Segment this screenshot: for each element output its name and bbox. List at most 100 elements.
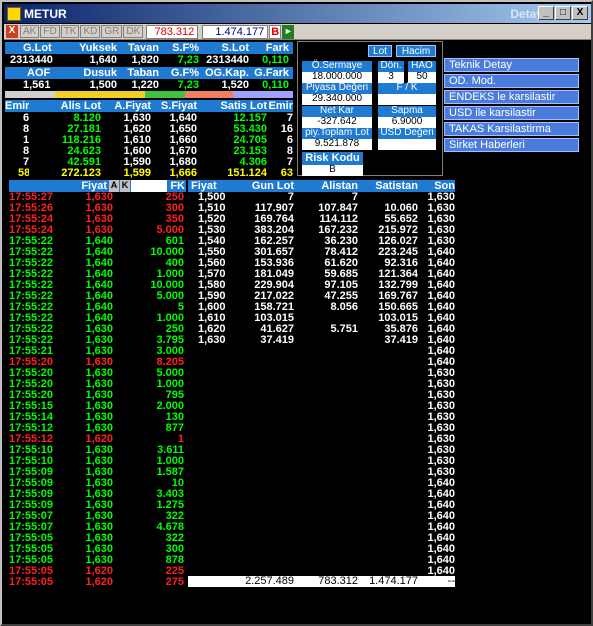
depth-row[interactable]: 7 42.591 1,590 1,680 4.306 7 bbox=[5, 157, 293, 168]
trade-price: 1,630 bbox=[85, 214, 113, 225]
trade-row: 17:55:20 1,630 795 bbox=[9, 390, 186, 401]
stats1-values: 2313440 1,640 1,820 7,23 2313440 0,110 bbox=[5, 54, 293, 66]
depth-cell: 12.157 bbox=[233, 113, 267, 124]
trade-qty: 10.000 bbox=[150, 247, 184, 258]
fiyat-totals: 2.257.489 783.312 1.474.177 -- bbox=[188, 576, 455, 587]
trade-qty: 3.403 bbox=[156, 489, 184, 500]
trade-qty: 1.000 bbox=[156, 379, 184, 390]
trade-qty: 10 bbox=[171, 478, 184, 489]
trade-row: 17:55:22 1,640 601 bbox=[9, 236, 186, 247]
menu-item[interactable]: ENDEKS le karsilastir bbox=[444, 90, 579, 104]
trade-time: 17:55:27 bbox=[9, 192, 54, 203]
trades-k-button[interactable]: K bbox=[120, 180, 130, 192]
tb-gr-button[interactable]: GR bbox=[101, 25, 123, 38]
trade-price: 1,630 bbox=[85, 533, 113, 544]
menu-item[interactable]: USD ile karsilastir bbox=[444, 106, 579, 120]
trade-qty: 322 bbox=[165, 511, 184, 522]
menu-item[interactable]: Sirket Haberleri bbox=[444, 138, 579, 152]
trade-qty: 878 bbox=[165, 555, 184, 566]
menu-item[interactable]: TAKAS Karsilastirma bbox=[444, 122, 579, 136]
trade-time: 17:55:26 bbox=[9, 203, 54, 214]
stats1-v-glot: 2313440 bbox=[10, 54, 53, 66]
tb-fd-button[interactable]: FD bbox=[40, 25, 60, 38]
trade-time: 17:55:24 bbox=[9, 214, 54, 225]
sell-volume-field[interactable]: 1.474.177 bbox=[202, 24, 269, 39]
trade-time: 17:55:22 bbox=[9, 335, 54, 346]
depth-total-cell: 58 bbox=[18, 168, 29, 179]
trade-row: 17:55:05 1,620 225 bbox=[9, 566, 186, 577]
trade-price: 1,630 bbox=[85, 489, 113, 500]
tb-kd-button[interactable]: KD bbox=[80, 25, 101, 38]
trade-qty: 300 bbox=[165, 203, 184, 214]
trade-row: 17:55:21 1,630 3.000 bbox=[9, 346, 186, 357]
close-button[interactable]: X bbox=[572, 6, 588, 20]
trade-qty: 400 bbox=[165, 258, 184, 269]
trade-price: 1,630 bbox=[85, 423, 113, 434]
trade-time: 17:55:09 bbox=[9, 489, 54, 500]
usd-label: USD Değeri bbox=[378, 128, 436, 139]
trade-row: 17:55:22 1,640 10.000 bbox=[9, 280, 186, 291]
b-button[interactable]: B bbox=[269, 24, 282, 39]
tb-tk-button[interactable]: TK bbox=[60, 25, 80, 38]
trade-price: 1,630 bbox=[85, 522, 113, 533]
title-bar[interactable]: METUR Detay _ □ X bbox=[4, 4, 591, 23]
metur-window: METUR Detay _ □ X X AK FD TK KD GR DK 78… bbox=[0, 0, 593, 626]
minimize-button[interactable]: _ bbox=[538, 6, 554, 20]
menu-item[interactable]: OD. Mod. bbox=[444, 74, 579, 88]
stats2-h-dusuk: Dusuk bbox=[83, 67, 117, 79]
stats1-h-slot: S.Lot bbox=[221, 42, 250, 54]
hacim-button[interactable]: Hacim bbox=[396, 45, 436, 57]
depth-total-cell: 151.124 bbox=[227, 168, 267, 179]
depth-cell: 1,600 bbox=[123, 146, 151, 157]
stats1-v-yuksek: 1,640 bbox=[89, 54, 117, 66]
trade-qty: 1.587 bbox=[156, 467, 184, 478]
lot-button[interactable]: Lot bbox=[368, 45, 392, 57]
depth-h-alislot: Alis Lot bbox=[60, 100, 101, 112]
trade-qty: 2.000 bbox=[156, 401, 184, 412]
trade-row: 17:55:24 1,630 5.000 bbox=[9, 225, 186, 236]
depth-cell: 24.623 bbox=[67, 146, 101, 157]
trades-filter-input[interactable] bbox=[131, 180, 167, 192]
fiyat-cell: 5.751 bbox=[330, 323, 358, 335]
trade-time: 17:55:22 bbox=[9, 236, 54, 247]
depth-cell: 1,610 bbox=[123, 135, 151, 146]
tb-ak-button[interactable]: AK bbox=[20, 25, 40, 38]
trade-time: 17:55:05 bbox=[9, 566, 54, 577]
trade-time: 17:55:07 bbox=[9, 522, 54, 533]
trade-row: 17:55:15 1,630 2.000 bbox=[9, 401, 186, 412]
trade-price: 1,630 bbox=[85, 346, 113, 357]
depth-cell: 8.120 bbox=[73, 113, 101, 124]
depth-row[interactable]: 8 27.181 1,620 1,650 53.430 16 bbox=[5, 124, 293, 135]
trade-row: 17:55:20 1,630 1.000 bbox=[9, 379, 186, 390]
stats2-v-ogkap: 1,520 bbox=[221, 79, 249, 91]
depth-row[interactable]: 13 118.216 1,610 1,660 24.705 6 bbox=[5, 135, 293, 146]
stats1-v-fark: 0,110 bbox=[262, 54, 289, 66]
trade-qty: 5.000 bbox=[156, 225, 184, 236]
arrow-right-icon[interactable]: ► bbox=[282, 24, 295, 39]
maximize-button[interactable]: □ bbox=[555, 6, 571, 20]
tb-dk-button[interactable]: DK bbox=[123, 25, 144, 38]
trade-time: 17:55:05 bbox=[9, 577, 54, 588]
trade-row: 17:55:05 1,620 275 bbox=[9, 577, 186, 588]
stats1-v-tavan: 1,820 bbox=[131, 54, 159, 66]
buy-volume-field[interactable]: 783.312 bbox=[146, 24, 199, 39]
trade-time: 17:55:22 bbox=[9, 324, 54, 335]
stats1-v-sf: 7,23 bbox=[177, 54, 199, 66]
depth-row[interactable]: 6 8.120 1,630 1,640 12.157 7 bbox=[5, 113, 293, 124]
trade-row: 17:55:22 1,630 3.795 bbox=[9, 335, 186, 346]
total-son: -- bbox=[447, 575, 455, 587]
trade-price: 1,640 bbox=[85, 291, 113, 302]
trade-row: 17:55:22 1,640 1.000 bbox=[9, 313, 186, 324]
stats2-values: 1,561 1,500 1,220 7,23 1,520 0,110 bbox=[5, 79, 293, 91]
close-icon[interactable]: X bbox=[6, 25, 18, 38]
trades-a-button[interactable]: A bbox=[109, 180, 119, 192]
trade-time: 17:55:20 bbox=[9, 368, 54, 379]
depth-row[interactable]: 8 24.623 1,600 1,670 23.153 8 bbox=[5, 146, 293, 157]
trade-row: 17:55:09 1,630 1.587 bbox=[9, 467, 186, 478]
stats2-h-aof: AOF bbox=[27, 67, 51, 79]
trade-row: 17:55:22 1,640 400 bbox=[9, 258, 186, 269]
menu-item[interactable]: Teknik Detay bbox=[444, 58, 579, 72]
trade-row: 17:55:07 1,630 4.678 bbox=[9, 522, 186, 533]
trade-qty: 5.000 bbox=[156, 291, 184, 302]
stats1-v-slot: 2313440 bbox=[206, 54, 249, 66]
